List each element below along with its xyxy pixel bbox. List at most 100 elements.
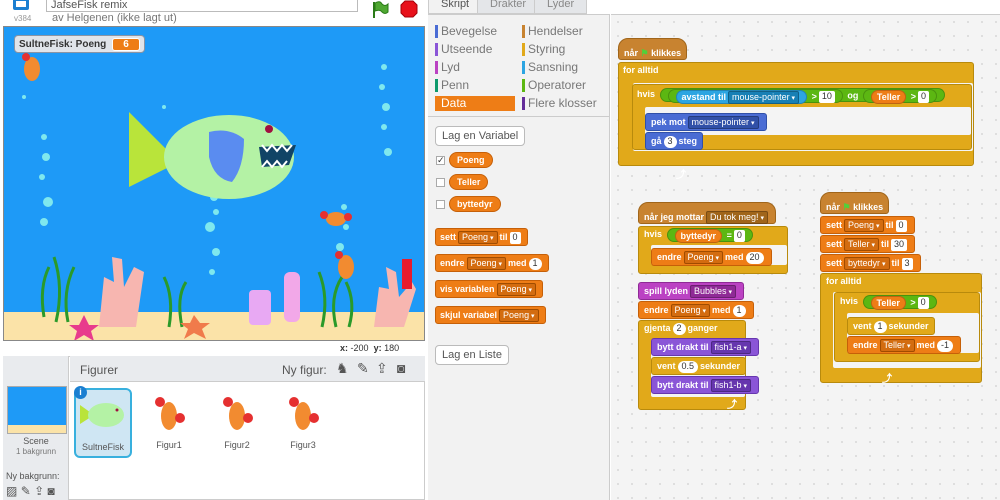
- teller-reporter-2[interactable]: Teller: [870, 295, 906, 310]
- equals-operator[interactable]: byttedyr = 0: [666, 227, 753, 243]
- sprites-header: [70, 356, 425, 382]
- green-flag-icon[interactable]: [370, 0, 390, 20]
- paint-sprite-icon[interactable]: ✎: [357, 360, 369, 377]
- set-poeng-block[interactable]: settPoengtil0: [820, 216, 915, 234]
- hide-variable-block[interactable]: skjul variabel Poeng: [435, 306, 546, 324]
- category-operatorer[interactable]: Operatorer: [522, 78, 602, 93]
- wait-1-block[interactable]: vent 1 sekunder: [847, 317, 935, 335]
- mouse-coordinates: x: -200 y: 180: [340, 343, 400, 353]
- switch-costume-a-block[interactable]: bytt drakt til fish1-a: [651, 338, 759, 356]
- change-teller-block[interactable]: endreTellermed-1: [847, 336, 962, 354]
- wait-block[interactable]: vent 0.5 sekunder: [651, 357, 747, 375]
- category-styring[interactable]: Styring: [522, 42, 602, 57]
- sprite-library-icon[interactable]: ♞: [336, 360, 349, 377]
- gt-operator-2[interactable]: Teller >0: [862, 88, 938, 104]
- author-line: av Helgenen (ikke lagt ut): [52, 12, 177, 24]
- change-variable-block[interactable]: endrePoengmed1: [435, 254, 549, 272]
- monitor-value: 6: [112, 37, 140, 51]
- when-flag-clicked-hat[interactable]: når ⚑ klikkes: [618, 38, 688, 60]
- category-penn[interactable]: Penn: [435, 78, 515, 93]
- version-label: v384: [14, 14, 32, 23]
- sprite-name: Figur2: [224, 440, 250, 450]
- if-condition-row-2: hvis byttedyr = 0: [640, 226, 759, 244]
- project-title-input[interactable]: JafseFisk remix: [46, 0, 358, 12]
- category-hendelser[interactable]: Hendelser: [522, 24, 602, 39]
- upload-icon[interactable]: ⇪: [34, 484, 44, 498]
- scene-thumbnail[interactable]: [7, 386, 67, 434]
- checkbox-byttedyr[interactable]: [436, 200, 445, 209]
- stage[interactable]: SultneFisk: Poeng 6: [3, 26, 425, 341]
- sprite-name: SultneFisk: [81, 442, 125, 452]
- repeat-label-row: gjenta 2 ganger: [644, 322, 718, 335]
- point-towards-block[interactable]: pek mot mouse-pointer: [645, 113, 767, 131]
- sprite-tile-figur3[interactable]: Figur3: [274, 388, 332, 458]
- new-backdrop-label: Ny bakgrunn:: [6, 471, 60, 481]
- tab-skript[interactable]: Skript: [428, 0, 483, 14]
- sprite-name: Figur3: [290, 440, 316, 450]
- camera-sprite-icon[interactable]: ◙: [397, 360, 405, 376]
- set-teller-block[interactable]: settTellertil30: [820, 235, 916, 253]
- forever-label-2: for alltid: [826, 276, 862, 286]
- monitor-label: SultneFisk: Poeng: [19, 38, 107, 50]
- sprite-tile-figur1[interactable]: Figur1: [140, 388, 198, 458]
- play-sound-block[interactable]: spill lyden Bubbles: [638, 282, 745, 300]
- gt-operator[interactable]: avstand tilmouse-pointer >10: [667, 88, 843, 104]
- loop-arrow-icon: ⤴: [882, 374, 892, 385]
- when-flag-clicked-hat-2[interactable]: når ⚑ klikkes: [820, 192, 890, 214]
- checkbox-poeng[interactable]: ✓: [436, 156, 445, 165]
- category-lyd[interactable]: Lyd: [435, 60, 515, 75]
- change-poeng-1-block[interactable]: endrePoengmed1: [638, 301, 754, 319]
- and-operator[interactable]: avstand tilmouse-pointer >10 og Teller >…: [659, 87, 946, 104]
- tab-lyder[interactable]: Lyder: [534, 0, 588, 14]
- scene-sub: 1 bakgrunn: [15, 447, 57, 456]
- set-variable-block[interactable]: settPoengtil0: [435, 228, 528, 246]
- info-icon[interactable]: i: [74, 386, 87, 399]
- forever-label: for alltid: [623, 65, 659, 75]
- tab-drakter[interactable]: Drakter: [477, 0, 540, 14]
- sprite-name: Figur1: [156, 440, 182, 450]
- gt-operator-3[interactable]: Teller >0: [862, 294, 937, 310]
- make-variable-button[interactable]: Lag en Variabel: [435, 126, 526, 146]
- switch-costume-b-block[interactable]: bytt drakt til fish1-b: [651, 376, 759, 394]
- stop-icon[interactable]: [400, 0, 418, 18]
- paint-icon[interactable]: ✎: [21, 484, 31, 498]
- stage-backdrop: [4, 27, 424, 340]
- green-flag-icon: ⚑: [640, 48, 649, 58]
- camera-icon[interactable]: ◙: [48, 484, 55, 498]
- landscape-icon[interactable]: ▨: [6, 484, 17, 498]
- new-backdrop-tools: ▨ ✎ ⇪ ◙: [6, 484, 55, 498]
- if-condition-row: hvis avstand tilmouse-pointer >10 og Tel…: [632, 86, 952, 104]
- reporter-poeng[interactable]: Poeng: [449, 152, 493, 168]
- category-flere-klosser[interactable]: Flere klosser: [522, 96, 602, 111]
- when-i-receive-hat[interactable]: når jeg mottar Du tok meg!: [638, 202, 777, 225]
- shrimp-thumbnail: [289, 397, 319, 430]
- teller-reporter[interactable]: Teller: [870, 89, 907, 104]
- category-utseende[interactable]: Utseende: [435, 42, 515, 57]
- new-sprite-label: Ny figur:: [282, 363, 327, 377]
- shrimp-thumbnail: [155, 397, 185, 430]
- loop-arrow-icon: ⤴: [727, 400, 737, 411]
- reporter-byttedyr[interactable]: byttedyr: [449, 196, 501, 212]
- distance-reporter[interactable]: avstand til mouse-pointer: [675, 89, 808, 104]
- sprites-label: Figurer: [80, 363, 119, 377]
- variable-monitor[interactable]: SultneFisk: Poeng 6: [14, 35, 145, 53]
- category-sansning[interactable]: Sansning: [522, 60, 602, 75]
- category-data[interactable]: Data: [435, 96, 515, 111]
- sprite-tile-figur2[interactable]: Figur2: [208, 388, 266, 458]
- set-byttedyr-block[interactable]: settbyttedyrtil3: [820, 254, 921, 272]
- reporter-teller[interactable]: Teller: [449, 174, 489, 190]
- checkbox-teller[interactable]: [436, 178, 445, 187]
- make-list-button[interactable]: Lag en Liste: [435, 345, 509, 365]
- show-variable-block[interactable]: vis variablen Poeng: [435, 280, 544, 298]
- move-steps-block[interactable]: gå 3 steg: [645, 132, 704, 150]
- palette-divider: [428, 116, 610, 117]
- upload-sprite-icon[interactable]: ⇪: [376, 360, 388, 377]
- sprite-tile-sultnefisk[interactable]: SultneFisk i: [74, 386, 132, 458]
- loop-arrow-icon: ⤴: [676, 170, 686, 181]
- category-bevegelse[interactable]: Bevegelse: [435, 24, 515, 39]
- scene-label: Scene: [23, 436, 49, 446]
- byttedyr-reporter[interactable]: byttedyr: [674, 228, 723, 243]
- change-poeng-20-block[interactable]: endrePoengmed20: [651, 248, 772, 266]
- fullscreen-icon[interactable]: [10, 0, 32, 14]
- shrimp-thumbnail: [223, 397, 253, 430]
